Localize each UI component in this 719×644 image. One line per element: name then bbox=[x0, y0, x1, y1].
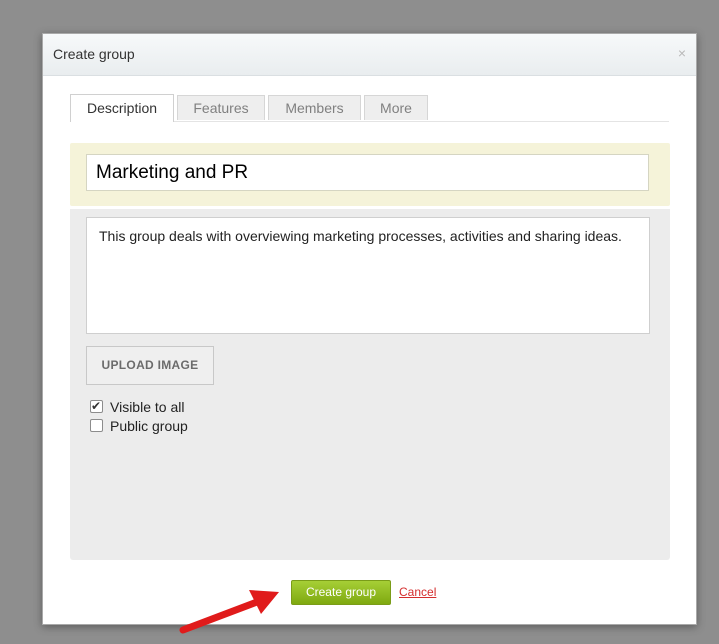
close-icon[interactable]: × bbox=[678, 45, 686, 61]
cancel-link[interactable]: Cancel bbox=[399, 585, 436, 599]
dialog-title: Create group bbox=[53, 46, 135, 62]
tab-features[interactable]: Features bbox=[177, 95, 265, 120]
create-group-dialog: Create group × Description Features Memb… bbox=[42, 33, 697, 625]
public-group-option[interactable]: Public group bbox=[90, 417, 188, 435]
group-details-panel: This group deals with overviewing market… bbox=[70, 209, 670, 560]
visible-to-all-label: Visible to all bbox=[110, 399, 185, 415]
upload-image-button[interactable]: UPLOAD IMAGE bbox=[86, 346, 214, 385]
description-textarea[interactable]: This group deals with overviewing market… bbox=[86, 217, 650, 334]
tab-bar: Description Features Members More bbox=[70, 94, 669, 122]
red-arrow-annotation-icon bbox=[179, 590, 279, 634]
tab-description[interactable]: Description bbox=[70, 94, 174, 122]
create-group-button[interactable]: Create group bbox=[291, 580, 391, 605]
public-group-label: Public group bbox=[110, 418, 188, 434]
tab-members[interactable]: Members bbox=[268, 95, 361, 120]
public-group-checkbox[interactable] bbox=[90, 419, 103, 432]
group-name-panel: Marketing and PR bbox=[70, 143, 670, 206]
visible-to-all-checkbox[interactable]: ✔ bbox=[90, 399, 103, 413]
checkmark-icon: ✔ bbox=[91, 399, 102, 413]
tab-more[interactable]: More bbox=[364, 95, 428, 120]
arrow-shaft bbox=[179, 598, 261, 634]
dialog-titlebar: Create group × bbox=[43, 34, 696, 76]
visible-to-all-option[interactable]: ✔ Visible to all bbox=[90, 398, 184, 416]
group-name-input[interactable]: Marketing and PR bbox=[86, 154, 649, 191]
